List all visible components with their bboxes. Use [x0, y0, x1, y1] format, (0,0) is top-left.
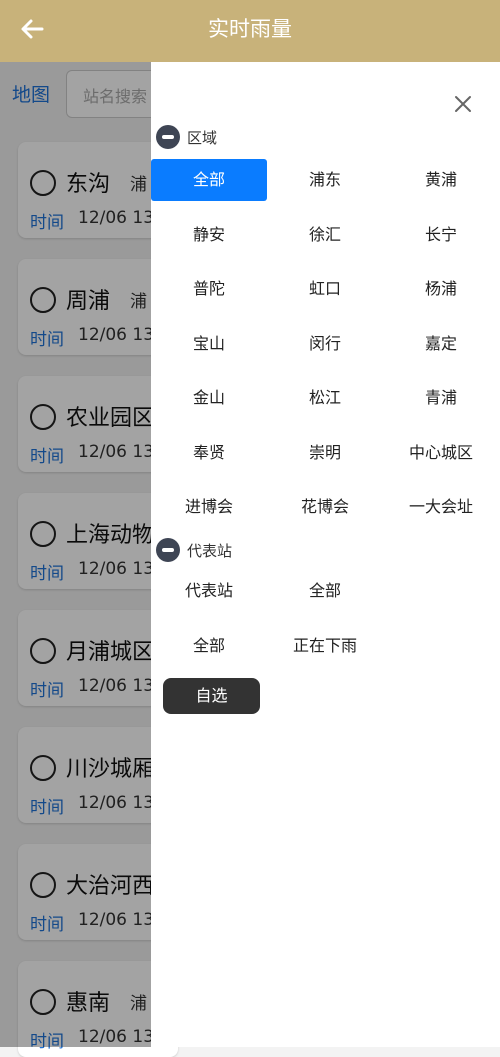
region-option[interactable]: 徐汇: [267, 214, 383, 256]
region-option[interactable]: 宝山: [151, 323, 267, 365]
region-option-all[interactable]: 全部: [151, 159, 267, 201]
modal-overlay[interactable]: [0, 62, 151, 1047]
region-option[interactable]: 一大会址: [383, 486, 499, 528]
station-section-title: 代表站: [187, 541, 233, 560]
region-option[interactable]: 杨浦: [383, 268, 499, 310]
station-section-header[interactable]: 代表站: [156, 538, 232, 562]
collapse-icon[interactable]: [156, 538, 180, 562]
filter-drawer: 区域 全部 浦东 黄浦 静安 徐汇 长宁 普陀 虹口 杨浦 宝山 闵行 嘉定 金…: [151, 62, 500, 1047]
region-option[interactable]: 青浦: [383, 377, 499, 419]
region-option[interactable]: 金山: [151, 377, 267, 419]
collapse-icon[interactable]: [156, 125, 180, 149]
region-option[interactable]: 嘉定: [383, 323, 499, 365]
region-option[interactable]: 进博会: [151, 486, 267, 528]
region-section-title: 区域: [187, 128, 218, 147]
region-option[interactable]: 奉贤: [151, 432, 267, 474]
station-option[interactable]: 代表站: [151, 570, 267, 612]
region-option[interactable]: 黄浦: [383, 159, 499, 201]
app-header: 实时雨量: [0, 0, 500, 62]
page-title: 实时雨量: [208, 17, 292, 41]
station-option[interactable]: 正在下雨: [267, 625, 383, 667]
region-option[interactable]: 松江: [267, 377, 383, 419]
region-section-header[interactable]: 区域: [156, 125, 217, 149]
region-option[interactable]: 中心城区: [383, 432, 499, 474]
station-option[interactable]: 全部: [151, 625, 267, 667]
region-option[interactable]: 长宁: [383, 214, 499, 256]
region-option[interactable]: 闵行: [267, 323, 383, 365]
region-option[interactable]: 普陀: [151, 268, 267, 310]
region-option[interactable]: 浦东: [267, 159, 383, 201]
region-option[interactable]: 虹口: [267, 268, 383, 310]
region-option[interactable]: 静安: [151, 214, 267, 256]
region-option[interactable]: 崇明: [267, 432, 383, 474]
station-option[interactable]: 全部: [267, 570, 383, 612]
custom-select-button[interactable]: 自选: [163, 678, 260, 714]
close-icon[interactable]: [451, 92, 475, 116]
region-option[interactable]: 花博会: [267, 486, 383, 528]
